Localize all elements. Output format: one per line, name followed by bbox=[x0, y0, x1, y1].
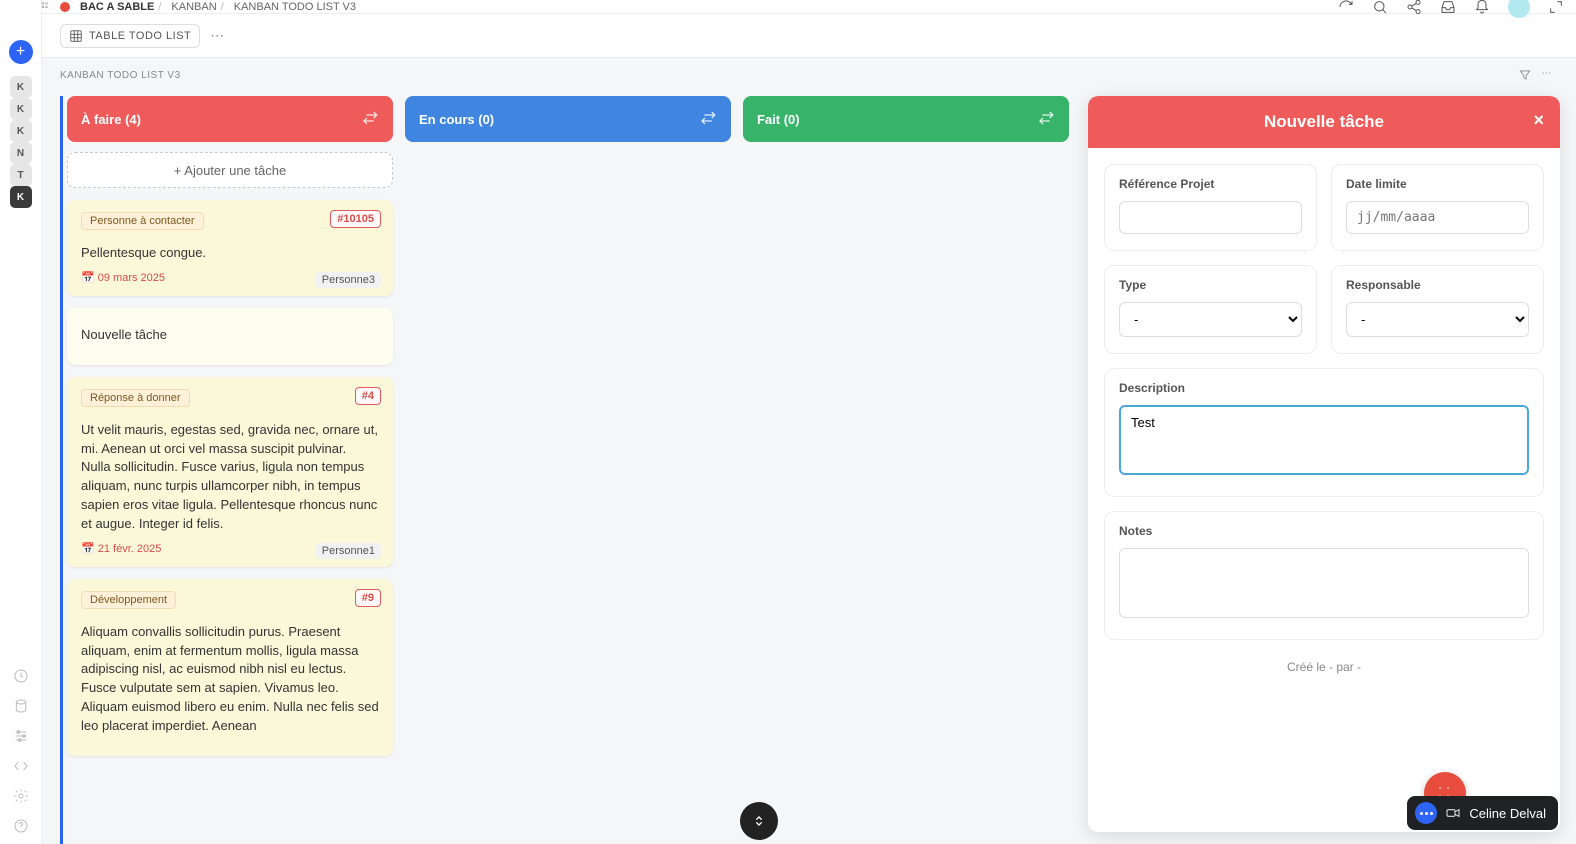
view-more-icon[interactable]: ⋯ bbox=[210, 27, 224, 44]
presence-dots-icon bbox=[1415, 802, 1437, 824]
table-icon bbox=[69, 29, 83, 43]
left-rail: + KKKNTK bbox=[0, 0, 42, 844]
breadcrumb-workspace[interactable]: BAC A SABLE bbox=[80, 1, 154, 13]
scroll-fab[interactable] bbox=[740, 802, 778, 840]
desc-textarea[interactable]: Test bbox=[1119, 405, 1529, 475]
board-title: KANBAN TODO LIST V3 bbox=[60, 70, 181, 81]
card-body: Ut velit mauris, egestas sed, gravida ne… bbox=[81, 421, 379, 534]
presence-name: Celine Delval bbox=[1469, 806, 1546, 821]
board-more-icon[interactable]: ⋯ bbox=[1542, 68, 1553, 82]
card-body: Pellentesque congue. bbox=[81, 244, 379, 263]
bell-icon[interactable] bbox=[1474, 0, 1490, 15]
column-label: À faire (4) bbox=[81, 112, 141, 127]
date-label: Date limite bbox=[1346, 177, 1529, 191]
rail-item[interactable]: K bbox=[10, 76, 32, 98]
type-select[interactable]: - bbox=[1119, 302, 1302, 337]
column-todo: À faire (4) + Ajouter une tâche #10105 Pe… bbox=[67, 96, 393, 844]
rail-item[interactable]: K bbox=[10, 98, 32, 120]
database-icon[interactable] bbox=[13, 698, 29, 714]
column-header-done[interactable]: Fait (0) bbox=[743, 96, 1069, 142]
field-type: Type - bbox=[1104, 265, 1317, 354]
task-card[interactable]: #4 Réponse à donner Ut velit mauris, egest… bbox=[67, 377, 393, 567]
panel-meta: Créé le - par - bbox=[1104, 654, 1544, 688]
view-label: TABLE TODO LIST bbox=[89, 30, 191, 42]
rail-item[interactable]: N bbox=[10, 142, 32, 164]
rail-bottom-icons bbox=[0, 668, 41, 834]
gear-icon[interactable] bbox=[13, 788, 29, 804]
rail-item[interactable]: K bbox=[10, 120, 32, 142]
ref-badge: #4 bbox=[355, 387, 381, 405]
breadcrumb-current[interactable]: KANBAN TODO LIST V3 bbox=[234, 1, 356, 13]
topbar: BAC A SABLE / KANBAN / KANBAN TODO LIST … bbox=[0, 0, 1576, 14]
add-button[interactable]: + bbox=[9, 40, 33, 64]
avatar[interactable] bbox=[1508, 0, 1530, 18]
date-input[interactable] bbox=[1346, 201, 1529, 234]
column-done: Fait (0) bbox=[743, 96, 1069, 844]
card-tag: Personne à contacter bbox=[81, 212, 204, 230]
card-body: Nouvelle tâche bbox=[81, 326, 379, 345]
desc-label: Description bbox=[1119, 381, 1529, 395]
panel-header: Nouvelle tâche × bbox=[1088, 96, 1560, 148]
close-icon[interactable]: × bbox=[1533, 110, 1544, 131]
card-assignee: Personne3 bbox=[316, 272, 381, 288]
add-task-button[interactable]: + Ajouter une tâche bbox=[67, 152, 393, 188]
board-title-row: KANBAN TODO LIST V3 ⋯ bbox=[60, 58, 1576, 88]
task-card[interactable]: #10105 Personne à contacter Pellentesque c… bbox=[67, 200, 393, 296]
view-table-button[interactable]: TABLE TODO LIST bbox=[60, 24, 200, 48]
column-label: Fait (0) bbox=[757, 112, 800, 127]
panel-title: Nouvelle tâche bbox=[1264, 112, 1384, 132]
presence-pill[interactable]: Celine Delval bbox=[1407, 796, 1558, 830]
column-doing: En cours (0) bbox=[405, 96, 731, 844]
column-header-todo[interactable]: À faire (4) bbox=[67, 96, 393, 142]
card-tag: Réponse à donner bbox=[81, 389, 190, 407]
swap-icon[interactable] bbox=[699, 109, 717, 127]
add-task-label: + Ajouter une tâche bbox=[174, 163, 286, 178]
field-notes: Notes bbox=[1104, 511, 1544, 640]
updown-icon bbox=[751, 813, 767, 829]
field-date: Date limite bbox=[1331, 164, 1544, 251]
viewbar: TABLE TODO LIST ⋯ bbox=[0, 14, 1576, 58]
breadcrumb-parent[interactable]: KANBAN bbox=[171, 1, 216, 13]
video-icon bbox=[1445, 805, 1461, 821]
ref-input[interactable] bbox=[1119, 201, 1302, 234]
resp-label: Responsable bbox=[1346, 278, 1529, 292]
expand-icon[interactable] bbox=[1548, 0, 1564, 15]
task-card[interactable]: Nouvelle tâche bbox=[67, 308, 393, 365]
ref-badge: #10105 bbox=[330, 210, 381, 228]
column-header-doing[interactable]: En cours (0) bbox=[405, 96, 731, 142]
workspace-dot-icon bbox=[60, 2, 70, 12]
field-description: Description Test bbox=[1104, 368, 1544, 497]
field-responsible: Responsable - bbox=[1331, 265, 1544, 354]
notes-label: Notes bbox=[1119, 524, 1529, 538]
type-label: Type bbox=[1119, 278, 1302, 292]
search-icon[interactable] bbox=[1372, 0, 1388, 15]
ref-badge: #9 bbox=[355, 589, 381, 607]
clock-icon[interactable] bbox=[13, 668, 29, 684]
task-detail-panel: Nouvelle tâche × Référence Projet Date l… bbox=[1088, 96, 1560, 832]
resp-select[interactable]: - bbox=[1346, 302, 1529, 337]
card-assignee: Personne1 bbox=[316, 543, 381, 559]
filter-icon[interactable] bbox=[1518, 68, 1532, 82]
inbox-icon[interactable] bbox=[1440, 0, 1456, 15]
field-reference: Référence Projet bbox=[1104, 164, 1317, 251]
share-icon[interactable] bbox=[1406, 0, 1422, 15]
sliders-icon[interactable] bbox=[13, 728, 29, 744]
notes-textarea[interactable] bbox=[1119, 548, 1529, 618]
rail-item[interactable]: T bbox=[10, 164, 32, 186]
rail-item[interactable]: K bbox=[10, 186, 32, 208]
ref-label: Référence Projet bbox=[1119, 177, 1302, 191]
swap-icon[interactable] bbox=[361, 109, 379, 127]
card-tag: Développement bbox=[81, 591, 176, 609]
task-card[interactable]: #9 Développement Aliquam convallis sollici… bbox=[67, 579, 393, 756]
code-icon[interactable] bbox=[13, 758, 29, 774]
refresh-icon[interactable] bbox=[1338, 0, 1354, 15]
card-body: Aliquam convallis sollicitudin purus. Pr… bbox=[81, 623, 379, 736]
swap-icon[interactable] bbox=[1037, 109, 1055, 127]
column-label: En cours (0) bbox=[419, 112, 494, 127]
help-icon[interactable] bbox=[13, 818, 29, 834]
